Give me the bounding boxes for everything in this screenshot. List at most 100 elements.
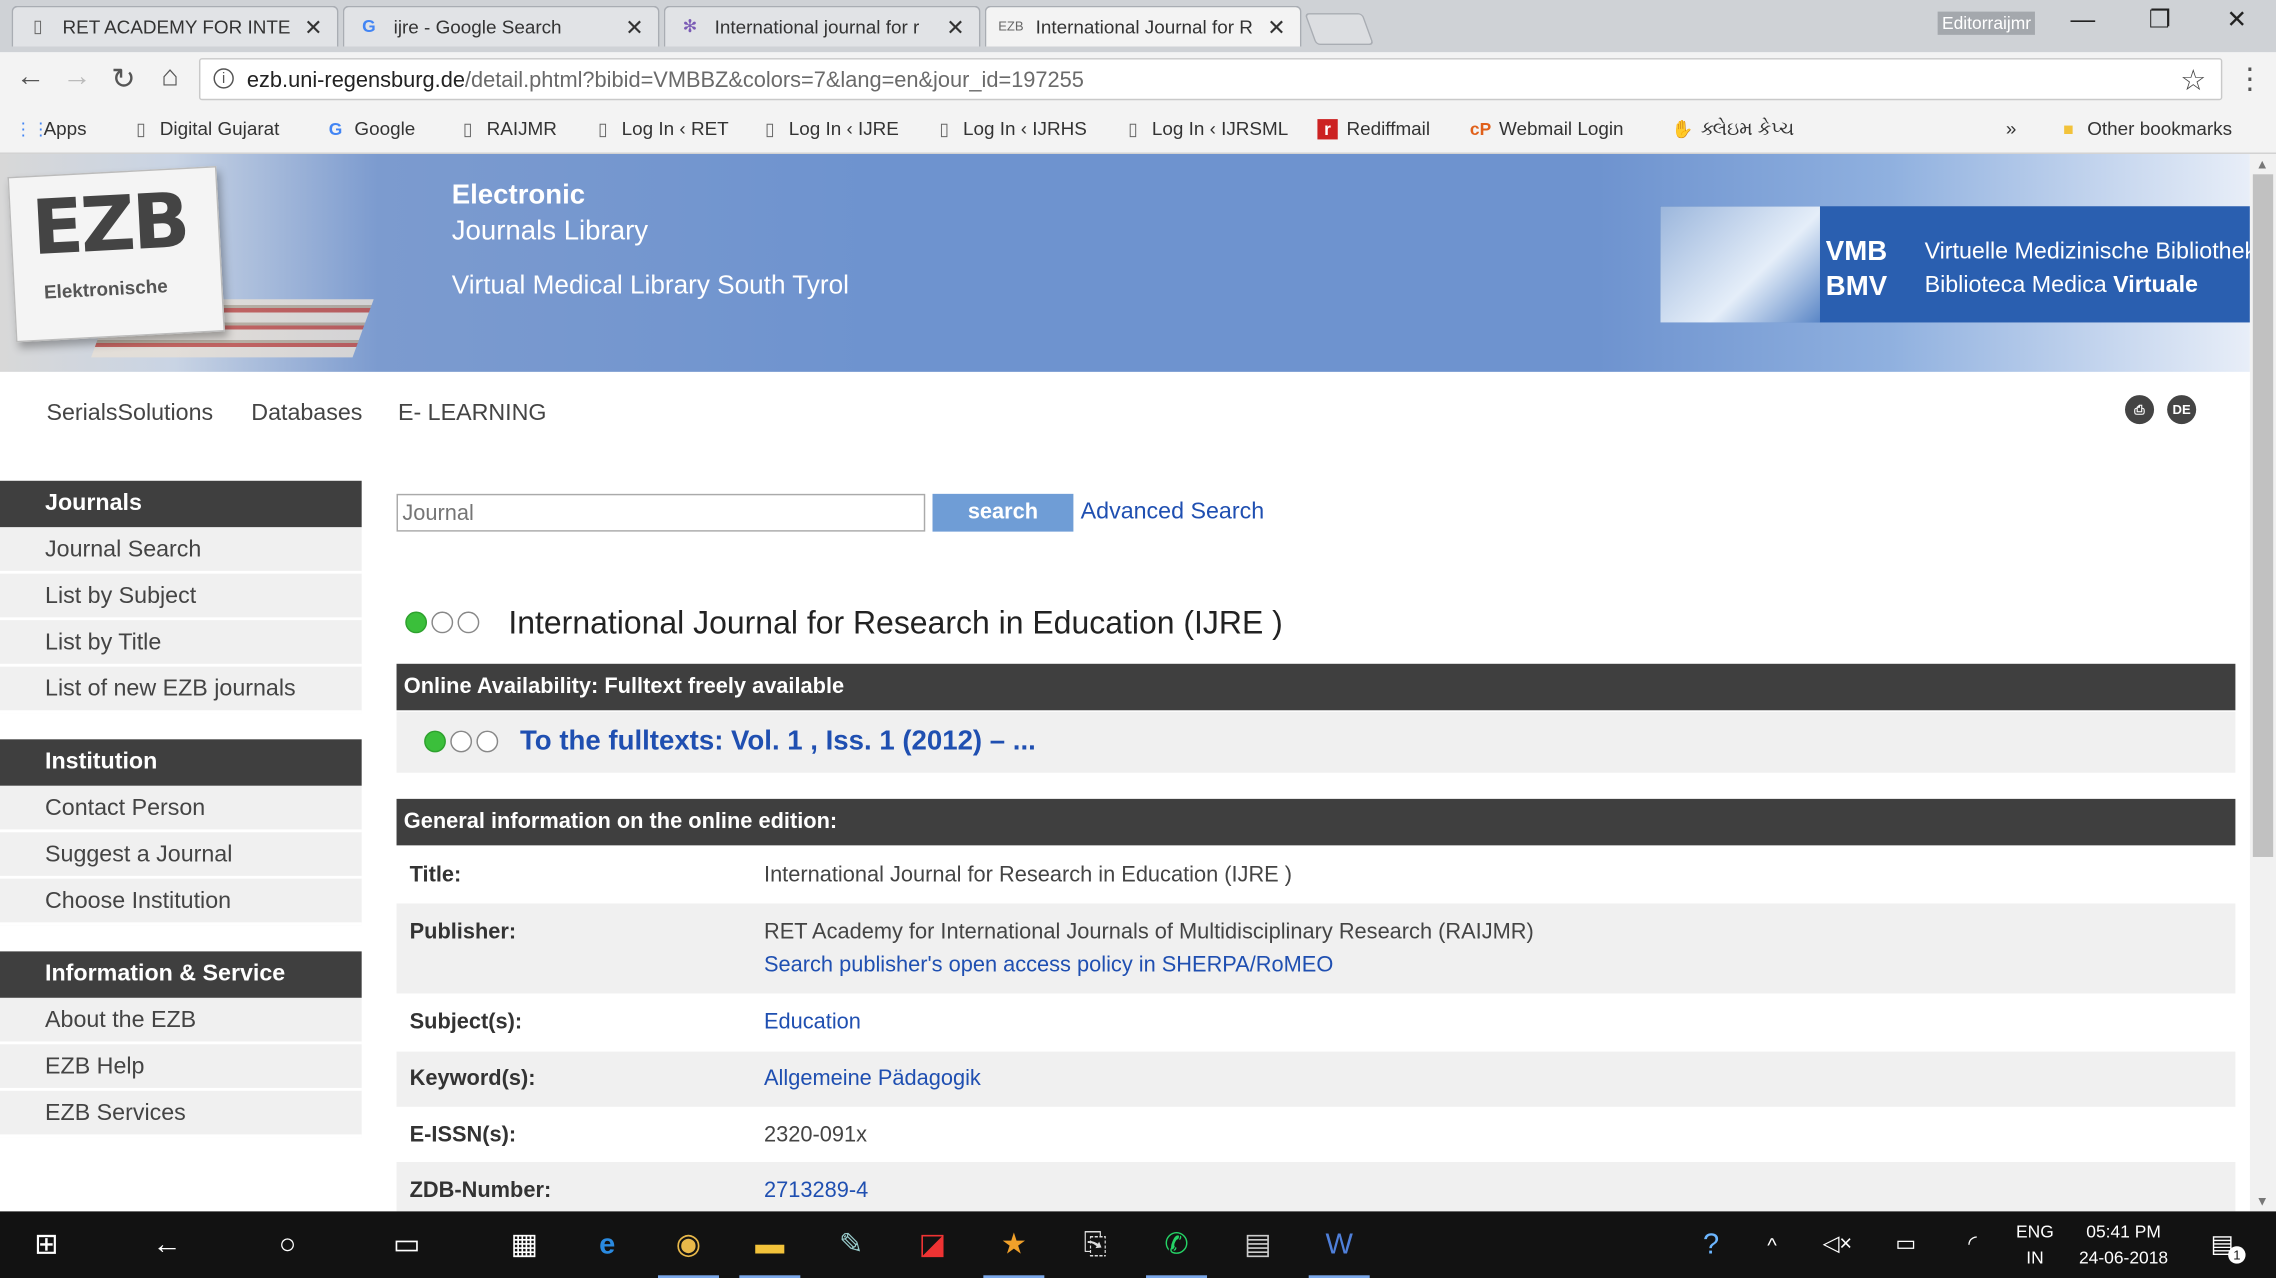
calculator-icon[interactable]: ▤ (1236, 1223, 1280, 1267)
zdb-number-link[interactable]: 2713289-4 (764, 1178, 868, 1203)
tray-chevron-icon[interactable]: ^ (1750, 1223, 1794, 1267)
sidebar-heading-journals: Journals (0, 480, 362, 528)
bookmark-gujarati[interactable]: ✋ ક્લેઇમ કેપ્ચ (1672, 118, 1794, 141)
bookmark-rediffmail[interactable]: r Rediffmail (1317, 118, 1430, 140)
sidebar-item-new-journals[interactable]: List of new EZB journals (0, 666, 362, 714)
scroll-down-icon[interactable]: ▼ (2256, 1194, 2269, 1209)
bookmark-login-ret[interactable]: ▯ Log In ‹ RET (593, 118, 729, 140)
volume-muted-icon[interactable]: ◁× (1816, 1223, 1860, 1267)
word-icon[interactable]: W (1308, 1223, 1370, 1278)
publisher-label: Publisher: (409, 919, 517, 945)
tab-ezb-active[interactable]: EZB International Journal for R ✕ (984, 5, 1302, 47)
restore-icon[interactable]: ❐ (2131, 6, 2189, 35)
cortana-icon[interactable]: ○ (266, 1223, 310, 1267)
scanner-icon[interactable]: ⎘ (1073, 1223, 1117, 1267)
paint-icon[interactable]: ✎ (829, 1223, 873, 1267)
store-icon[interactable]: ▦ (503, 1223, 547, 1267)
info-icon[interactable]: i (213, 68, 234, 89)
tab-google-search[interactable]: G ijre - Google Search ✕ (342, 5, 660, 47)
back-icon[interactable]: ← (145, 1223, 189, 1267)
language-de-icon[interactable]: DE (2167, 395, 2197, 425)
apps-icon: ⋮⋮ (14, 119, 50, 140)
nav-databases[interactable]: Databases (251, 401, 362, 427)
back-icon[interactable]: ← (12, 61, 50, 94)
ezb-icon: EZB (998, 18, 1024, 34)
page-scrollbar[interactable]: ▲ ▼ (2249, 153, 2276, 1212)
tab-international-journal[interactable]: ✻ International journal for r ✕ (663, 5, 981, 47)
eissn-label: E-ISSN(s): (409, 1122, 517, 1148)
app-star-icon[interactable]: ★ (983, 1223, 1045, 1278)
edge-icon[interactable]: e (585, 1223, 629, 1267)
input-language[interactable]: ENG IN (2009, 1219, 2061, 1271)
bookmark-label: Log In ‹ IJRHS (963, 117, 1087, 140)
home-icon[interactable]: ⌂ (151, 61, 189, 94)
windows-start-icon[interactable]: ⊞ (25, 1223, 69, 1267)
sidebar-heading-institution: Institution (0, 739, 362, 786)
bookmark-digital-gujarat[interactable]: ▯ Digital Gujarat (131, 118, 279, 140)
task-view-icon[interactable]: ▭ (385, 1223, 429, 1267)
sidebar-item-choose-institution[interactable]: Choose Institution (0, 878, 362, 926)
file-explorer-icon[interactable]: ▬ (739, 1223, 801, 1278)
info-row-title: Title: International Journal for Researc… (397, 845, 2236, 903)
lang-code: ENG (2016, 1221, 2054, 1242)
bookmarks-bar: ⋮⋮Apps ▯ Digital Gujarat G Google ▯ RAIJMR … (0, 107, 2276, 154)
bookmark-webmail[interactable]: cP Webmail Login (1470, 118, 1624, 140)
vmb-logo[interactable]: VMB BMV Virtuelle Medizinische Bibliothe… (1660, 206, 2250, 323)
print-icon[interactable]: ⎙ (2125, 395, 2155, 425)
sidebar-item-list-by-subject[interactable]: List by Subject (0, 573, 362, 621)
bookmark-login-ijre[interactable]: ▯ Log In ‹ IJRE (760, 118, 899, 140)
close-icon[interactable]: ✕ (946, 15, 964, 41)
sidebar-item-ezb-services[interactable]: EZB Services (0, 1090, 362, 1138)
forward-icon[interactable]: → (58, 61, 96, 94)
close-icon[interactable]: ✕ (625, 15, 643, 41)
ezb-logo[interactable]: EZB Elektronische (7, 166, 225, 343)
bookmark-raijmr[interactable]: ▯ RAIJMR (458, 118, 557, 140)
close-icon[interactable]: ✕ (304, 15, 322, 41)
scrollbar-thumb[interactable] (2252, 174, 2274, 857)
close-icon[interactable]: ✕ (1267, 15, 1285, 41)
help-icon[interactable]: ? (1689, 1223, 1733, 1267)
nav-serials-solutions[interactable]: SerialsSolutions (46, 401, 213, 427)
bookmark-login-ijrhs[interactable]: ▯ Log In ‹ IJRHS (934, 118, 1087, 140)
sidebar-item-journal-search[interactable]: Journal Search (0, 527, 362, 574)
chrome-icon[interactable]: ◉ (657, 1223, 719, 1278)
whatsapp-icon[interactable]: ✆ (1146, 1223, 1208, 1278)
sidebar-item-list-by-title[interactable]: List by Title (0, 620, 362, 667)
close-window-icon[interactable]: ✕ (2208, 6, 2266, 35)
bookmark-login-ijrsml[interactable]: ▯ Log In ‹ IJRSML (1123, 118, 1288, 140)
minimize-icon[interactable]: — (2054, 6, 2112, 35)
address-bar[interactable]: i ezb.uni-regensburg.de/detail.phtml?bib… (198, 58, 2223, 101)
clock-time: 05:41 PM (2086, 1221, 2161, 1242)
web-page: EZB Elektronische Electronic Journals Li… (0, 153, 2250, 1212)
bookmarks-overflow[interactable]: » (2006, 118, 2017, 140)
reload-icon[interactable]: ↻ (105, 61, 143, 97)
journal-title: International Journal for Research in Ed… (508, 604, 1283, 641)
bookmark-google[interactable]: G Google (325, 118, 416, 140)
other-bookmarks[interactable]: ■ Other bookmarks (2058, 118, 2232, 140)
sidebar-item-suggest-journal[interactable]: Suggest a Journal (0, 832, 362, 879)
advanced-search-link[interactable]: Advanced Search (1081, 500, 1264, 526)
sidebar-item-contact-person[interactable]: Contact Person (0, 785, 362, 833)
tab-ret-academy[interactable]: ▯ RET ACADEMY FOR INTE ✕ (11, 5, 339, 47)
clock[interactable]: 05:41 PM 24-06-2018 (2070, 1219, 2177, 1271)
battery-icon[interactable]: ▭ (1884, 1223, 1928, 1267)
menu-icon[interactable]: ⋮ (2235, 61, 2264, 97)
url-text[interactable]: ezb.uni-regensburg.de/detail.phtml?bibid… (247, 68, 1084, 93)
subject-education-link[interactable]: Education (764, 1009, 861, 1034)
fulltext-link[interactable]: To the fulltexts: Vol. 1 , Iss. 1 (2012)… (520, 726, 1036, 758)
keyword-link[interactable]: Allgemeine Pädagogik (764, 1066, 981, 1091)
sidebar-item-about-ezb[interactable]: About the EZB (0, 997, 362, 1045)
journal-search-input[interactable] (396, 493, 926, 532)
acrobat-icon[interactable]: ◪ (911, 1223, 955, 1267)
sherpa-romeo-link[interactable]: Search publisher's open access policy in… (764, 953, 1333, 978)
search-button[interactable]: search (932, 493, 1074, 532)
profile-button[interactable]: Editorraijmr (1937, 11, 2036, 35)
sidebar-item-ezb-help[interactable]: EZB Help (0, 1044, 362, 1091)
new-tab-button[interactable] (1304, 13, 1375, 46)
bookmark-apps[interactable]: ⋮⋮Apps (15, 118, 87, 140)
scroll-up-icon[interactable]: ▲ (2256, 157, 2269, 172)
bookmark-label: Webmail Login (1498, 117, 1624, 140)
nav-e-learning[interactable]: E- LEARNING (398, 401, 547, 427)
bookmark-star-icon[interactable]: ☆ (2180, 62, 2206, 98)
wifi-icon[interactable]: ◜ (1951, 1223, 1995, 1267)
